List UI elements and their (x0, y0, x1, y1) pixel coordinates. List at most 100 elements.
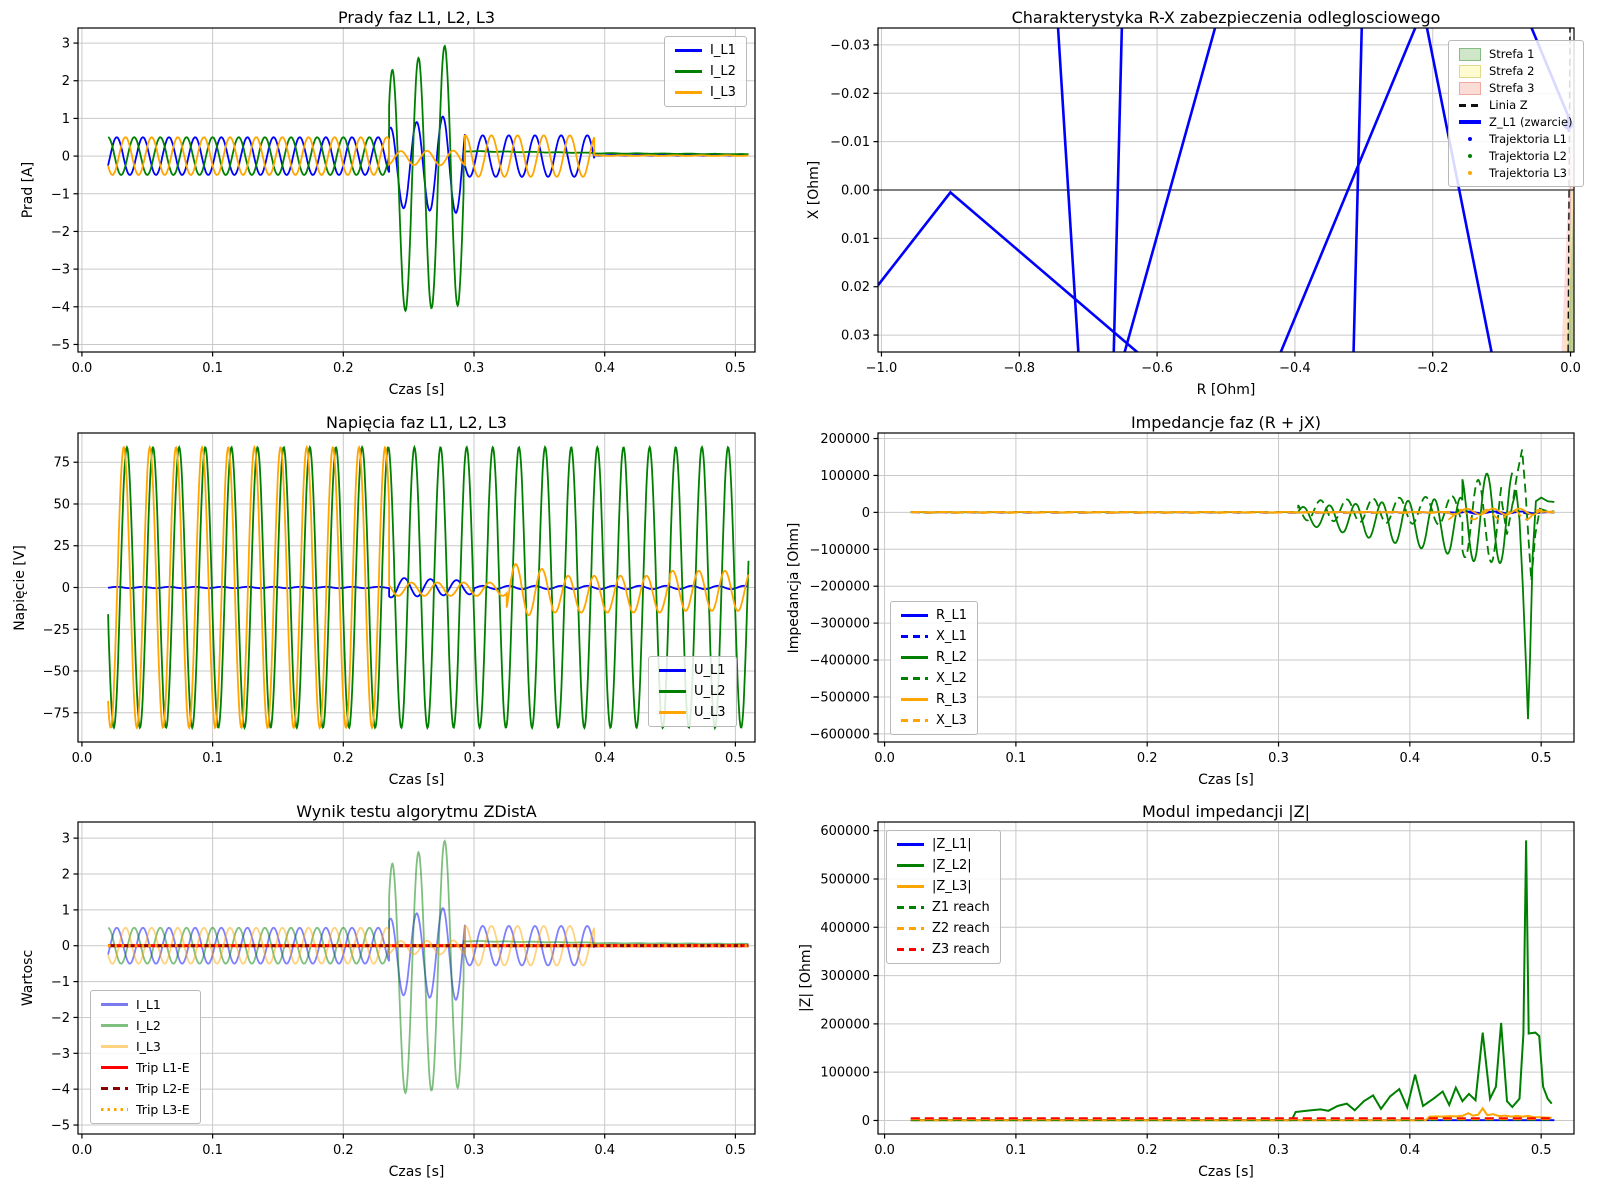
svg-text:0: 0 (62, 939, 70, 954)
svg-text:600000: 600000 (820, 824, 870, 839)
line-swatch (901, 614, 928, 617)
y-axis-label: X [Ohm] (806, 161, 822, 220)
plot-title-charakterystyka: Charakterystyka R-X zabezpieczenia odleg… (878, 8, 1574, 28)
svg-text:0: 0 (62, 581, 70, 596)
line-swatch (101, 1024, 128, 1027)
x-axis-label: R [Ohm] (878, 382, 1574, 398)
legend-item: Z_L1 (zwarcie) (1459, 115, 1573, 129)
svg-text:2: 2 (62, 74, 70, 89)
svg-text:−5: −5 (51, 338, 70, 353)
svg-text:−0.2: −0.2 (1417, 361, 1449, 376)
legend-label: U_L1 (694, 663, 726, 678)
legend-label: Trip L2-E (136, 1081, 190, 1096)
legend-label: Strefa 3 (1489, 81, 1534, 95)
svg-text:0.0: 0.0 (72, 751, 93, 766)
line-swatch (659, 711, 686, 714)
legend-item: Trajektoria L2 (1459, 149, 1573, 163)
svg-text:0.3: 0.3 (464, 751, 485, 766)
line-swatch (1459, 120, 1481, 124)
svg-text:−5: −5 (51, 1119, 70, 1134)
legend-item: I_L2 (101, 1018, 190, 1033)
y-axis-label: Napięcie [V] (12, 545, 28, 631)
svg-text:−600000: −600000 (809, 727, 870, 742)
svg-text:0.2: 0.2 (1137, 1143, 1158, 1158)
svg-text:1: 1 (62, 112, 70, 127)
legend-item: Strefa 3 (1459, 81, 1573, 95)
svg-text:−2: −2 (51, 225, 70, 240)
legend-item: Z2 reach (897, 921, 990, 936)
legend-item: U_L1 (659, 663, 726, 678)
svg-text:1: 1 (62, 903, 70, 918)
svg-text:−75: −75 (43, 706, 70, 721)
legend-label: U_L2 (694, 684, 726, 699)
plot-title-wynik-testu: Wynik testu algorytmu ZDistA (78, 802, 755, 822)
svg-text:200000: 200000 (820, 1017, 870, 1032)
svg-text:0.1: 0.1 (202, 361, 223, 376)
svg-text:0.4: 0.4 (1400, 751, 1421, 766)
legend-label: Z2 reach (932, 921, 990, 936)
legend-item: Trajektoria L1 (1459, 132, 1573, 146)
legend-label: Strefa 2 (1489, 64, 1534, 78)
zone-swatch (1459, 48, 1481, 61)
legend-label: I_L3 (136, 1039, 161, 1054)
legend-label: X_L2 (936, 671, 967, 686)
legend-label: Z1 reach (932, 900, 990, 915)
legend-item: Trajektoria L3 (1459, 166, 1573, 180)
svg-text:0.2: 0.2 (1137, 751, 1158, 766)
line-swatch (897, 864, 924, 867)
svg-text:25: 25 (53, 539, 70, 554)
svg-text:0.2: 0.2 (333, 751, 354, 766)
legend-item: R_L2 (901, 650, 967, 665)
legend-item: Z1 reach (897, 900, 990, 915)
legend-modul: |Z_L1||Z_L2||Z_L3|Z1 reachZ2 reachZ3 rea… (886, 830, 1001, 964)
legend-label: R_L3 (936, 692, 967, 707)
x-axis-label: Czas [s] (78, 382, 755, 398)
svg-text:0.2: 0.2 (333, 1143, 354, 1158)
legend-item: Strefa 1 (1459, 47, 1573, 61)
line-swatch (901, 656, 928, 659)
legend-item: I_L3 (101, 1039, 190, 1054)
svg-text:0.5: 0.5 (725, 361, 746, 376)
svg-text:−25: −25 (43, 623, 70, 638)
plot-title-impedancje: Impedancje faz (R + jX) (878, 413, 1574, 433)
legend-wynik-testu: I_L1I_L2I_L3Trip L1-ETrip L2-ETrip L3-E (90, 990, 201, 1124)
x-axis-label: Czas [s] (78, 772, 755, 788)
svg-text:0.3: 0.3 (464, 361, 485, 376)
legend-item: I_L1 (675, 43, 736, 58)
y-axis-label: Prad [A] (20, 162, 36, 218)
svg-text:0.3: 0.3 (1268, 751, 1289, 766)
legend-impedancje: R_L1X_L1R_L2X_L2R_L3X_L3 (890, 601, 978, 735)
legend-item: Linia Z (1459, 98, 1573, 112)
legend-label: |Z_L2| (932, 858, 972, 873)
svg-text:−0.8: −0.8 (1003, 361, 1035, 376)
legend-item: |Z_L2| (897, 858, 990, 873)
line-swatch (675, 91, 702, 94)
svg-text:0.4: 0.4 (594, 1143, 615, 1158)
svg-text:500000: 500000 (820, 872, 870, 887)
legend-item: X_L3 (901, 713, 967, 728)
legend-item: R_L1 (901, 608, 967, 623)
svg-text:−400000: −400000 (809, 654, 870, 669)
svg-text:−1: −1 (51, 975, 70, 990)
svg-text:0.1: 0.1 (202, 1143, 223, 1158)
plot-title-prady: Prady faz L1, L2, L3 (78, 8, 755, 28)
legend-label: Strefa 1 (1489, 47, 1534, 61)
svg-text:0.2: 0.2 (333, 361, 354, 376)
svg-text:−100000: −100000 (809, 543, 870, 558)
svg-text:−300000: −300000 (809, 617, 870, 632)
legend-item: I_L1 (101, 997, 190, 1012)
svg-text:−0.4: −0.4 (1279, 361, 1311, 376)
legend-label: |Z_L1| (932, 837, 972, 852)
x-axis-label: Czas [s] (878, 772, 1574, 788)
x-axis-label: Czas [s] (878, 1164, 1574, 1180)
legend-item: U_L2 (659, 684, 726, 699)
x-axis-label: Czas [s] (78, 1164, 755, 1180)
y-axis-label: Impedancja [Ohm] (786, 522, 802, 653)
svg-text:0.01: 0.01 (841, 232, 870, 247)
legend-napiecia: U_L1U_L2U_L3 (648, 656, 737, 727)
svg-text:−3: −3 (51, 263, 70, 278)
line-swatch (675, 70, 702, 73)
svg-text:−200000: −200000 (809, 580, 870, 595)
line-swatch (101, 1003, 128, 1006)
svg-text:−0.6: −0.6 (1141, 361, 1173, 376)
